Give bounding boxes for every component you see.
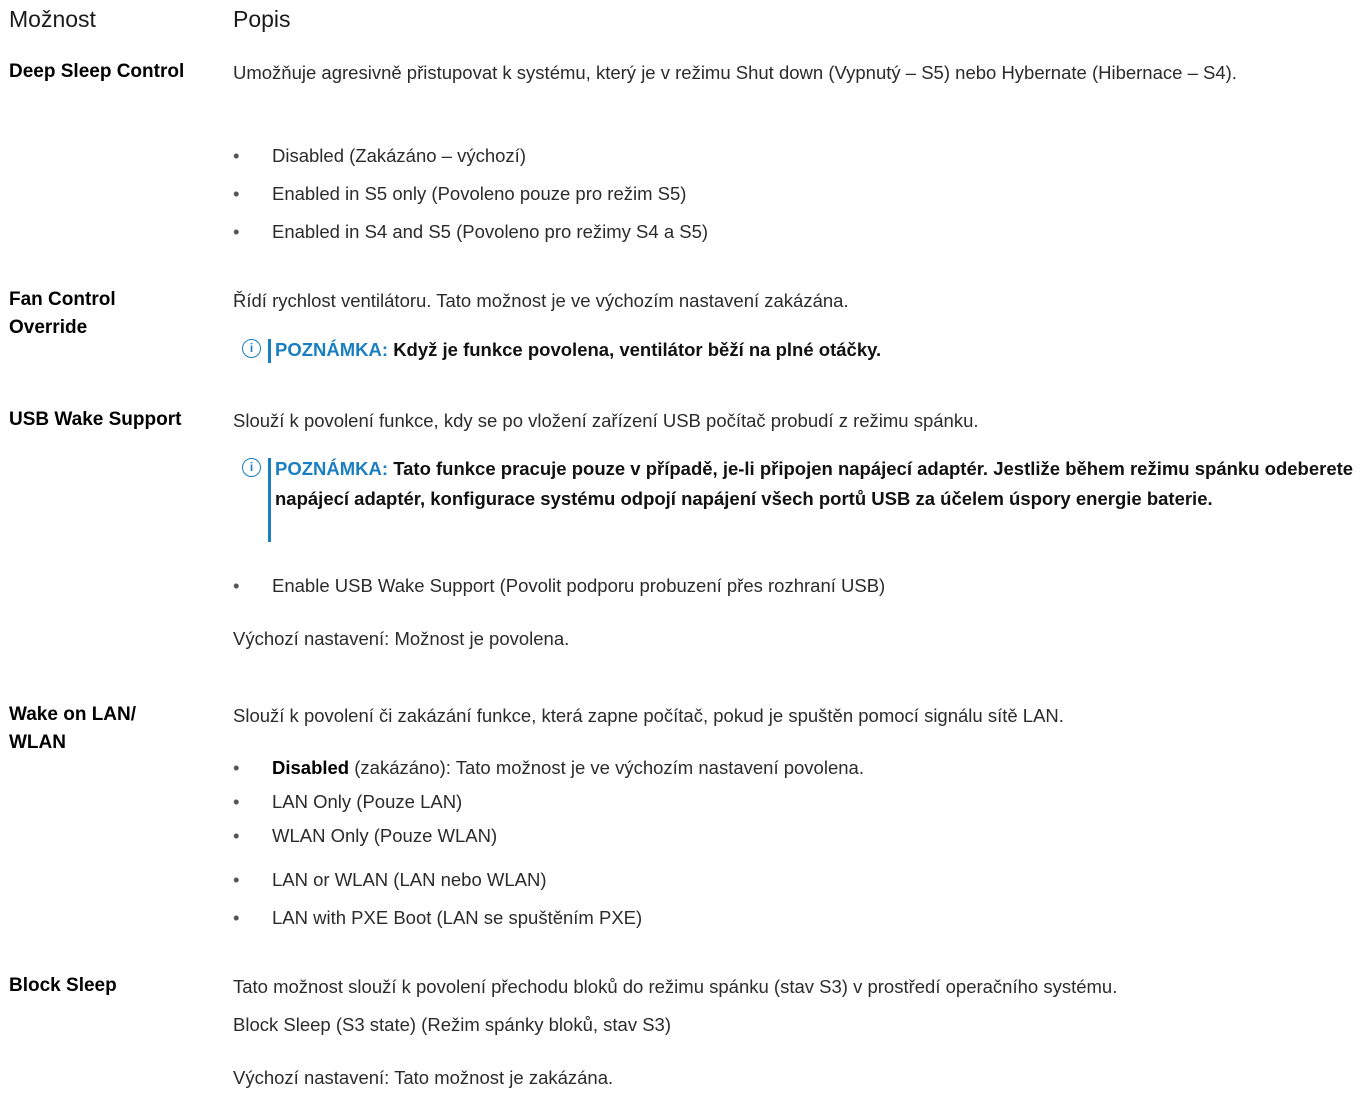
option-block-sleep: Block Sleep [9, 975, 117, 996]
note-label: POZNÁMKA: [275, 339, 389, 360]
default-setting-usb-wake: Výchozí nastavení: Možnost je povolena. [233, 628, 570, 649]
list-item: • Enabled in S4 and S5 (Povoleno pro reži… [233, 221, 709, 242]
note-label: POZNÁMKA: [275, 458, 389, 479]
list-item: • WLAN Only (Pouze WLAN) [233, 825, 498, 846]
option-usb-wake-support: USB Wake Support [9, 409, 182, 430]
note-text: Když je funkce povolena, ventilátor běží… [393, 339, 882, 360]
option-deep-sleep-control: Deep Sleep Control [9, 61, 185, 82]
option-label-line: Override [9, 317, 88, 338]
column-header-description: Popis [233, 6, 291, 32]
note-bar [268, 339, 271, 363]
list-item: • LAN Only (Pouze LAN) [233, 791, 463, 812]
list-item: • Enable USB Wake Support (Povolit podpor… [233, 575, 886, 596]
option-wake-on-lan: Wake on LAN/ WLAN [9, 701, 136, 757]
note-usb-wake: i POZNÁMKA: Tato funkce pracuje pouze v … [242, 454, 1360, 546]
option-label-line: Wake on LAN/ [9, 704, 137, 725]
note-fan-control: i POZNÁMKA: Když je funkce povolena, ven… [242, 335, 1360, 367]
option-label-line: WLAN [9, 732, 66, 753]
option-label-line: Fan Control [9, 289, 116, 310]
description-fan-control: Řídí rychlost ventilátoru. Tato možnost … [233, 290, 849, 311]
column-header-option: Možnost [9, 6, 96, 32]
block-sleep-setting: Block Sleep (S3 state) (Režim spánky blo… [233, 1014, 672, 1035]
list-item: • LAN or WLAN (LAN nebo WLAN) [233, 869, 547, 890]
info-icon: i [242, 339, 261, 358]
list-item: • Enabled in S5 only (Povoleno pouze pro … [233, 183, 687, 204]
list-item: • LAN with PXE Boot (LAN se spuštěním PXE… [233, 907, 643, 928]
description-block-sleep: Tato možnost slouží k povolení přechodu … [233, 976, 1118, 997]
description-deep-sleep-control: Umožňuje agresivně přistupovat k systému… [233, 62, 1237, 83]
list-item: • Disabled (Zakázáno – výchozí) [233, 145, 526, 166]
description-wake-on-lan: Slouží k povolení či zakázání funkce, kt… [233, 705, 1064, 726]
note-bar [268, 458, 271, 542]
description-usb-wake: Slouží k povolení funkce, kdy se po vlož… [233, 410, 979, 431]
default-setting-block-sleep: Výchozí nastavení: Tato možnost je zakáz… [233, 1067, 614, 1088]
info-icon: i [242, 458, 261, 477]
option-fan-control-override: Fan Control Override [9, 286, 116, 342]
note-text: Tato funkce pracuje pouze v případě, je-… [275, 458, 1354, 509]
list-item: • Disabled (zakázáno): Tato možnost je ve… [233, 757, 864, 778]
